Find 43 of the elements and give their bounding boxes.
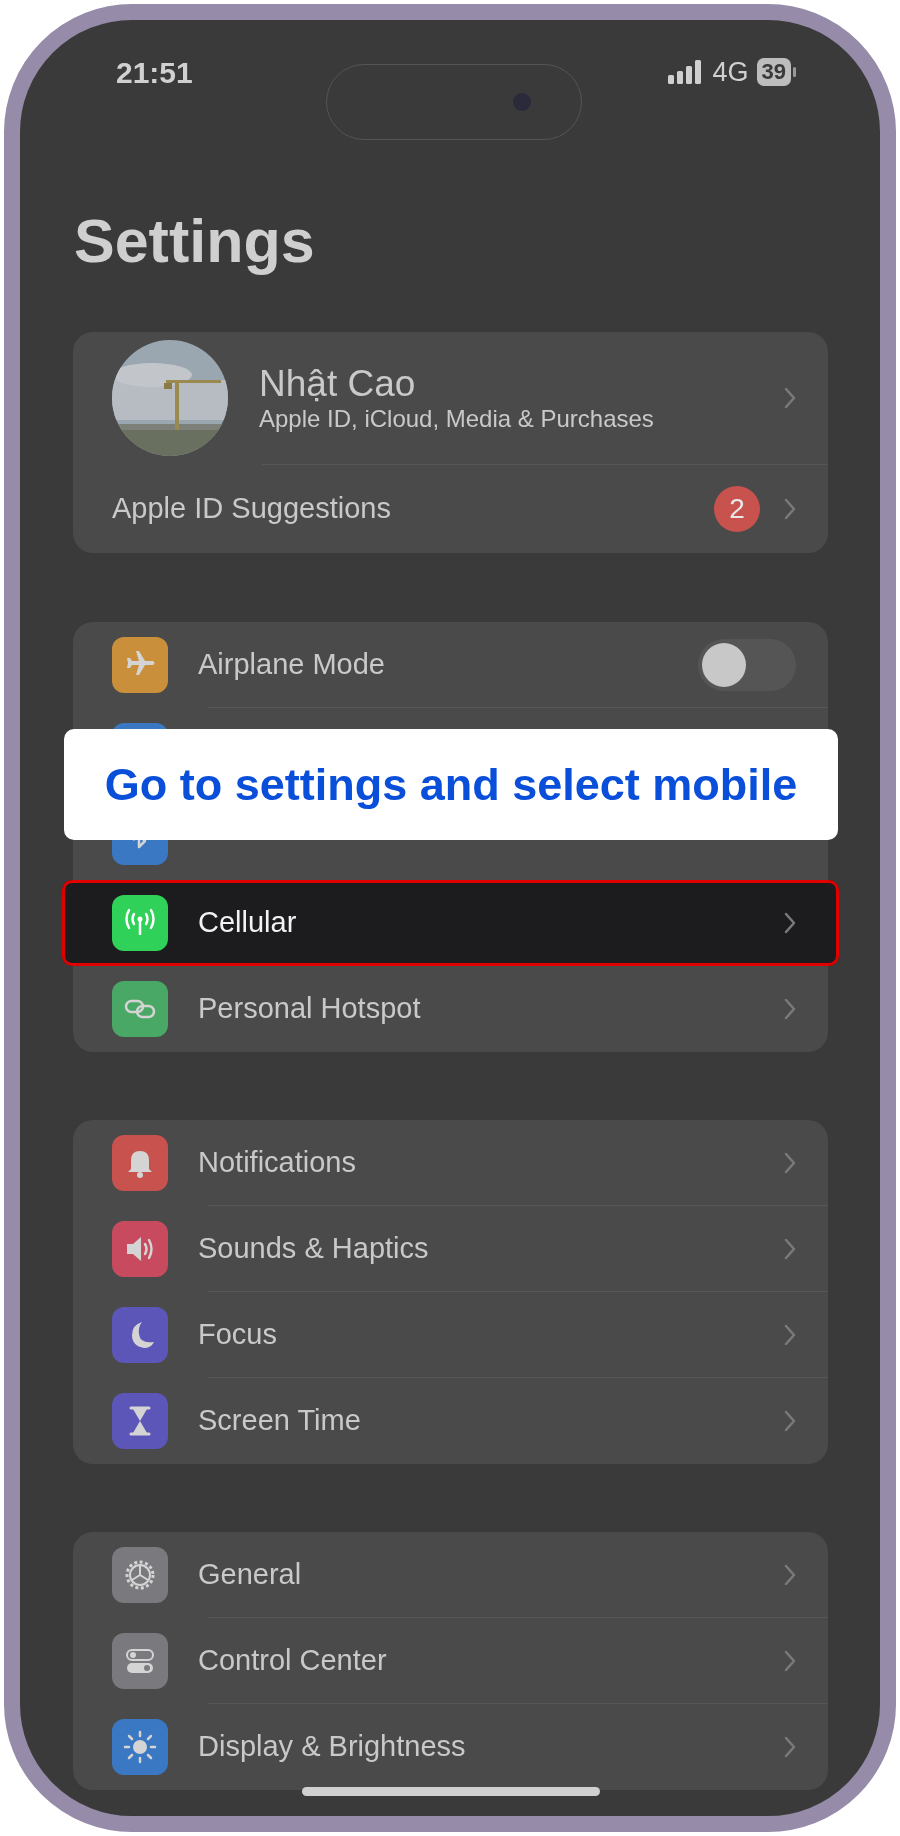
chevron-icon (784, 387, 796, 409)
chevron-icon (784, 1650, 796, 1672)
network-type: 4G (712, 55, 749, 89)
chevron-icon (784, 998, 796, 1020)
chevron-icon (784, 1238, 796, 1260)
settings-row[interactable]: Personal Hotspot (73, 966, 828, 1052)
chevron-icon (784, 1152, 796, 1174)
row-label: Personal Hotspot (198, 991, 422, 1027)
profile-row[interactable]: Nhật Cao Apple ID, iCloud, Media & Purchases (73, 332, 828, 464)
battery-cap-icon (793, 67, 796, 77)
row-label: Cellular (198, 905, 298, 941)
row-label: General (198, 1557, 303, 1593)
chevron-icon (784, 1324, 796, 1346)
row-label: Sounds & Haptics (198, 1231, 430, 1267)
settings-row[interactable]: Cellular (62, 880, 839, 966)
settings-row[interactable]: Display & Brightness (73, 1704, 828, 1790)
chevron-icon (784, 1410, 796, 1432)
settings-row[interactable]: Notifications (73, 1120, 828, 1206)
status-time: 21:51 (116, 54, 193, 91)
notification-count: 2 (714, 486, 760, 532)
row-label: Control Center (198, 1643, 388, 1679)
page-title: Settings (74, 206, 316, 276)
chevron-icon (784, 498, 796, 520)
settings-row[interactable]: Airplane Mode (73, 622, 828, 708)
row-label: Focus (198, 1317, 278, 1353)
settings-row[interactable]: General (73, 1532, 828, 1618)
profile-name: Nhật Cao (259, 363, 417, 405)
settings-row[interactable]: Control Center (73, 1618, 828, 1704)
toggle-switch[interactable] (698, 639, 796, 691)
chevron-icon (784, 912, 796, 934)
battery-indicator: 39 (756, 58, 791, 86)
chevron-icon (784, 1564, 796, 1586)
chevron-icon (784, 1736, 796, 1758)
row-label: Airplane Mode (198, 647, 386, 683)
settings-row[interactable]: Screen Time (73, 1378, 828, 1464)
suggestions-row[interactable]: Apple ID Suggestions 2 (73, 465, 828, 553)
row-label: Screen Time (198, 1403, 362, 1439)
row-label: Notifications (198, 1145, 357, 1181)
suggestions-label: Apple ID Suggestions (112, 491, 392, 527)
profile-subtitle: Apple ID, iCloud, Media & Purchases (259, 405, 655, 433)
settings-row[interactable]: Sounds & Haptics (73, 1206, 828, 1292)
row-label: Display & Brightness (198, 1729, 467, 1765)
settings-row[interactable]: Focus (73, 1292, 828, 1378)
